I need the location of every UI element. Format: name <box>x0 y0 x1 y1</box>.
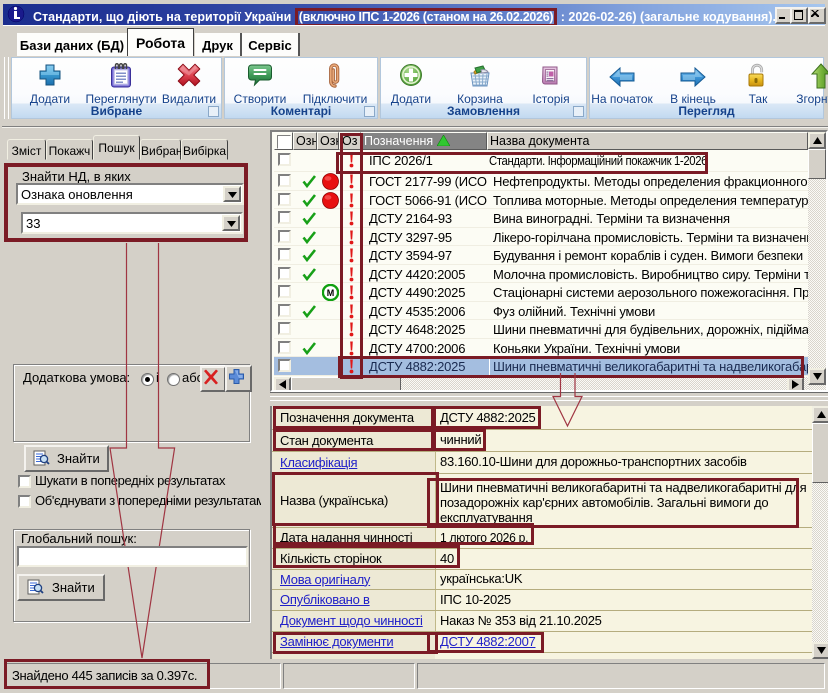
svg-text:M: M <box>327 288 335 298</box>
